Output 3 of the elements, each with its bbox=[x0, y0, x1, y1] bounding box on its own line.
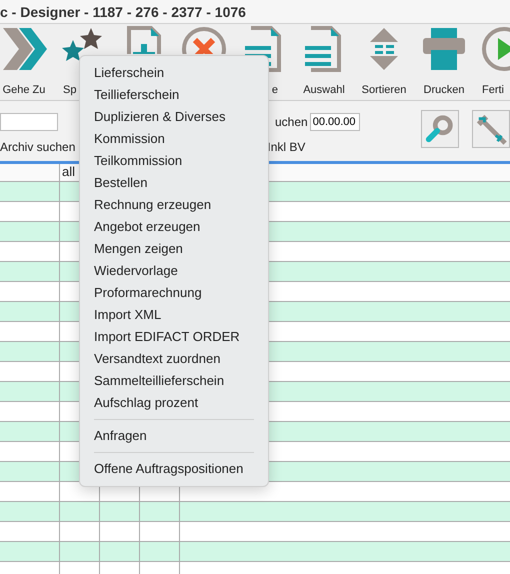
window-title: c - Designer - 1187 - 276 - 2377 - 1076 bbox=[0, 4, 246, 20]
date-label: uchen bbox=[275, 115, 308, 129]
archive-search-label: Archiv suchen bbox=[0, 140, 76, 154]
